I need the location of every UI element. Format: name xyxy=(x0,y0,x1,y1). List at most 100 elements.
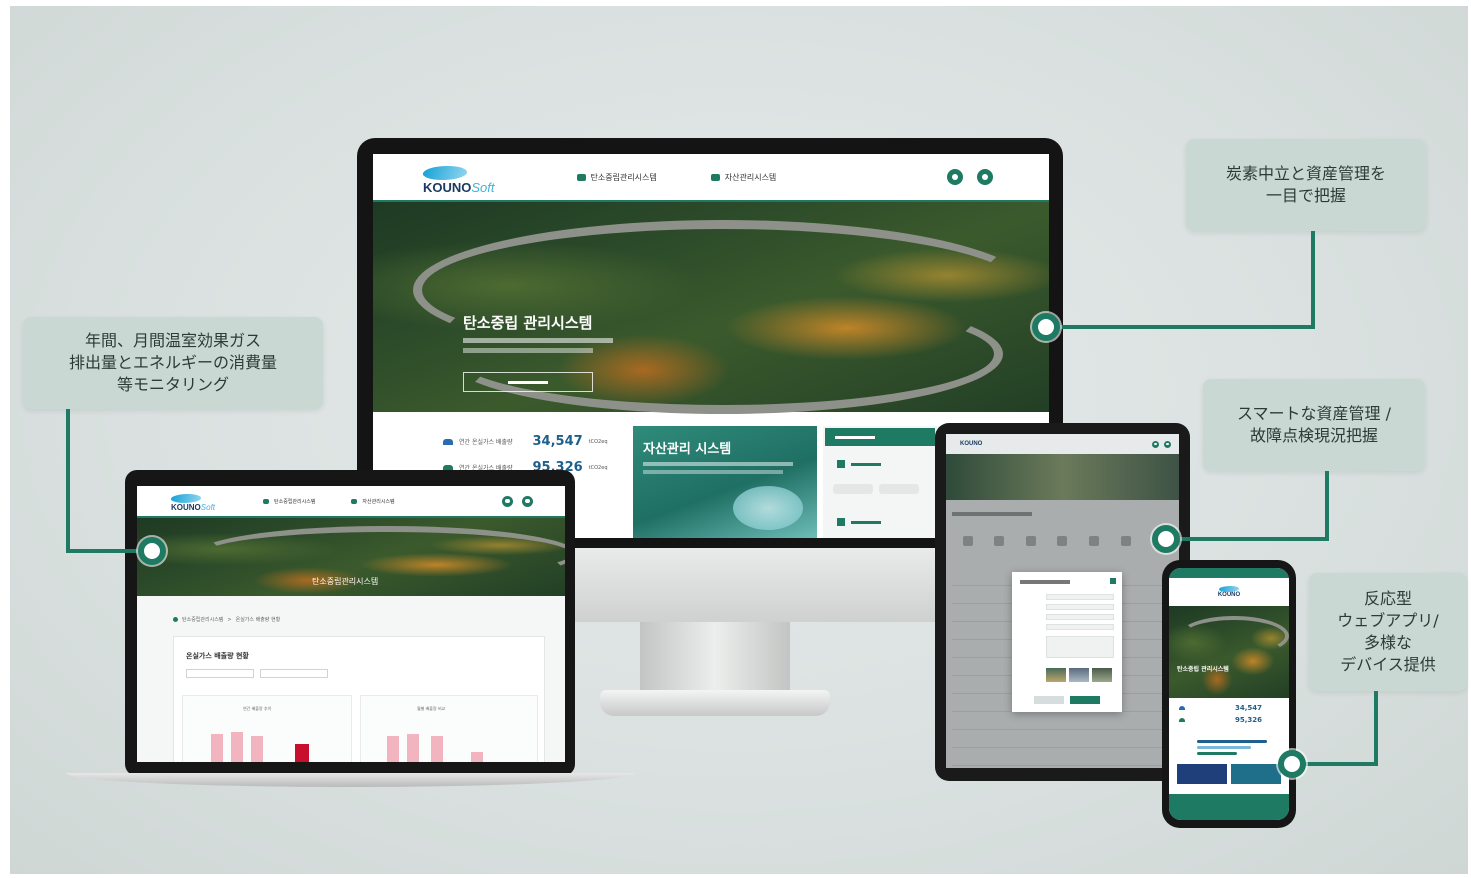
asset-card-desc-line xyxy=(643,462,793,466)
breadcrumb-separator: > xyxy=(227,616,232,623)
chart-bar xyxy=(387,736,399,762)
site-logo[interactable]: KOUNOSoft xyxy=(420,165,495,195)
modal-field[interactable] xyxy=(1046,614,1114,620)
cancel-button[interactable] xyxy=(1034,696,1064,704)
logo-sub-text: Soft xyxy=(471,179,495,195)
chart-bar xyxy=(211,734,223,762)
save-button[interactable] xyxy=(1070,696,1100,704)
phone-header: KOUNO xyxy=(1169,578,1289,606)
callout-monitoring: 年間、月間温室効果ガス 排出量とエネルギーの消費量 等モニタリング xyxy=(23,317,323,409)
phone-tile[interactable] xyxy=(1231,764,1281,784)
modal-textarea[interactable] xyxy=(1046,636,1114,658)
tablet-toolbar xyxy=(952,526,1173,556)
tool-icon[interactable] xyxy=(1120,536,1131,546)
phone-tile[interactable] xyxy=(1177,764,1227,784)
phone-stats-card: 34,547 95,326 xyxy=(1173,700,1285,790)
tablet-header: KOUNO xyxy=(946,434,1179,454)
filter-chip[interactable] xyxy=(833,484,873,494)
site-logo[interactable]: KOUNO xyxy=(1218,586,1240,598)
tool-icon[interactable] xyxy=(962,536,973,546)
link-label-placeholder xyxy=(851,520,881,524)
breadcrumb-item[interactable]: 온실가스 배출량 현황 xyxy=(236,616,281,623)
settings-icon[interactable] xyxy=(1164,440,1171,448)
chart-monthly: 월별 배출량 비교 xyxy=(360,695,538,762)
progress-bar xyxy=(1197,740,1267,743)
modal-field[interactable] xyxy=(1046,594,1114,600)
user-icon[interactable] xyxy=(947,169,963,185)
tool-icon[interactable] xyxy=(1057,536,1068,546)
callout-responsive: 反応型 ウェブアプリ/ 多様な デバイス提供 xyxy=(1309,573,1467,691)
callout-line: 故障点検現況把握 xyxy=(1249,426,1378,445)
modal-field[interactable] xyxy=(1046,624,1114,630)
breadcrumb-item[interactable]: 탄소중립관리시스템 xyxy=(182,616,223,623)
table-row xyxy=(952,722,1173,730)
nav-item-assets[interactable]: 자산관리시스템 xyxy=(710,172,777,183)
callout-line: 多様な xyxy=(1363,633,1412,652)
nav-item-label: 자산관리시스템 xyxy=(724,172,777,182)
asset-system-card[interactable]: 자산관리 시스템 xyxy=(633,426,817,538)
chart-icon xyxy=(837,518,845,526)
chart-bar xyxy=(431,736,443,762)
tool-icon[interactable] xyxy=(994,536,1005,546)
user-icon[interactable] xyxy=(502,495,513,507)
hero-subtitle-line xyxy=(463,348,593,353)
home-icon xyxy=(173,617,178,622)
photo-thumb[interactable] xyxy=(1069,668,1089,682)
cloud-icon xyxy=(443,438,453,445)
site-logo[interactable]: KOUNOSoft xyxy=(169,494,215,512)
month-select[interactable] xyxy=(260,669,328,678)
detail-modal xyxy=(1012,572,1122,712)
connector-dot xyxy=(1152,525,1180,553)
photo-thumb[interactable] xyxy=(1046,668,1066,682)
chart-bar xyxy=(251,736,263,762)
settings-icon[interactable] xyxy=(522,495,533,507)
nav-item-carbon[interactable]: 탄소중립관리시스템 xyxy=(263,498,315,505)
site-header: KOUNOSoft 탄소중립관리시스템 자산관리시스템 xyxy=(373,154,1049,202)
settings-icon[interactable] xyxy=(977,169,993,185)
nav-item-carbon[interactable]: 탄소중립관리시스템 xyxy=(576,172,657,183)
photo-thumb[interactable] xyxy=(1092,668,1112,682)
stat-unit: tCO2eq xyxy=(588,438,608,445)
callout-line: 反応型 xyxy=(1363,589,1412,608)
monitor-stand-neck xyxy=(640,622,790,692)
close-icon[interactable] xyxy=(1110,578,1116,584)
tool-icon[interactable] xyxy=(1025,536,1036,546)
modal-field[interactable] xyxy=(1046,604,1114,610)
connector-dot xyxy=(1032,313,1060,341)
tool-icon[interactable] xyxy=(1089,536,1100,546)
side-link[interactable] xyxy=(837,518,881,526)
laptop-screen: KOUNOSoft 탄소중립관리시스템 자산관리시스템 탄소중립관리시스템 탄소… xyxy=(137,486,565,762)
filter-chips xyxy=(833,484,919,494)
connector-line xyxy=(1374,691,1378,765)
logo-swoosh-icon xyxy=(169,494,203,503)
road-curve xyxy=(1179,616,1289,656)
callout-line: 排出量とエネルギーの消費量 xyxy=(68,353,277,372)
chart-bar xyxy=(407,734,419,762)
tablet-screen: KOUNO xyxy=(946,434,1179,768)
nav-item-assets[interactable]: 자산관리시스템 xyxy=(351,498,395,505)
callout-line: スマートな資産管理 / xyxy=(1237,404,1391,423)
year-select[interactable] xyxy=(186,669,254,678)
stat-row: 연간 온실가스 배출량 34,547 tCO2eq xyxy=(443,434,608,449)
stat-row: 95,326 xyxy=(1179,716,1262,724)
hero-title: 탄소중립 관리시스템 xyxy=(1177,666,1229,673)
hero-banner: 탄소중립 관리시스템 xyxy=(373,202,1049,414)
hero-more-button[interactable] xyxy=(463,372,593,392)
content-card: 온실가스 배출량 현황 연간 배출량 추이 월별 배출량 비교 xyxy=(173,636,545,762)
button-label-placeholder xyxy=(508,380,548,384)
hero-subtitle-line xyxy=(463,338,613,343)
hero-banner: 탄소중립관리시스템 xyxy=(137,518,565,596)
user-icon[interactable] xyxy=(1152,440,1159,448)
side-primary-button[interactable] xyxy=(825,428,935,446)
side-link[interactable] xyxy=(837,460,881,468)
hero-title: 탄소중립 관리시스템 xyxy=(463,314,593,332)
stat-value: 34,547 xyxy=(1235,704,1263,712)
cloud-icon xyxy=(1179,706,1185,710)
connector-line xyxy=(1050,325,1315,329)
callout-line: 年間、月間温室効果ガス xyxy=(84,331,261,350)
stat-unit: tCO2eq xyxy=(588,464,608,471)
section-title: 온실가스 배출량 현황 xyxy=(186,652,249,660)
filter-chip[interactable] xyxy=(879,484,919,494)
phone-screen: KOUNO 탄소중립 관리시스템 34,547 95,326 xyxy=(1169,568,1289,820)
callout-line: ウェブアプリ/ xyxy=(1337,611,1439,630)
